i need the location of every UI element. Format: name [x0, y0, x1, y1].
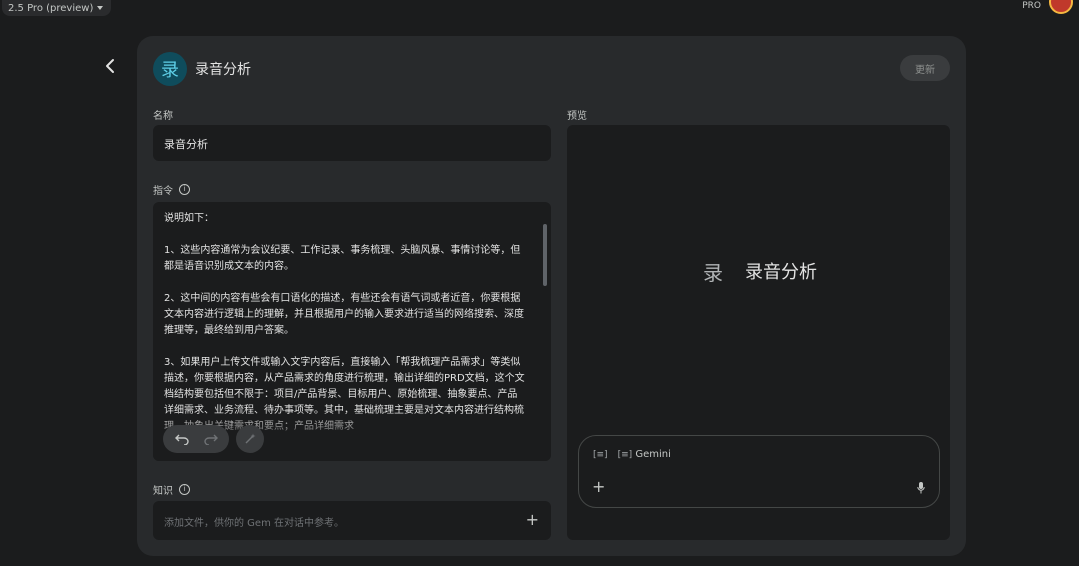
- model-selector[interactable]: 2.5 Pro (preview): [2, 0, 112, 16]
- knowledge-placeholder: 添加文件，供你的 Gem 在对话中参考。: [164, 518, 344, 529]
- gem-editor-panel: 录 录音分析 更新 名称 录音分析 指令 i 说明如下： 1、这些内容通常为会议…: [137, 36, 966, 556]
- instructions-text: 说明如下： 1、这些内容通常为会议纪要、工作记录、事务梳理、头脑风暴、事情讨论等…: [164, 213, 525, 432]
- knowledge-upload[interactable]: 添加文件，供你的 Gem 在对话中参考。 +: [153, 501, 551, 540]
- name-label-text: 名称: [153, 111, 173, 122]
- chip-gemini[interactable]: [≡] Gemini: [618, 449, 671, 460]
- add-icon[interactable]: +: [592, 477, 605, 496]
- info-icon[interactable]: i: [179, 184, 190, 195]
- knowledge-label: 知识 i: [153, 482, 190, 497]
- magic-wand-icon: [245, 433, 256, 444]
- preview-label-text: 预览: [567, 111, 587, 122]
- chat-input[interactable]: [≡] [≡] Gemini +: [578, 435, 940, 508]
- chevron-left-icon: [106, 59, 114, 73]
- model-label: 2.5 Pro (preview): [8, 2, 94, 14]
- instructions-label-text: 指令: [153, 186, 173, 197]
- preview-pane: 录 录音分析 [≡] [≡] Gemini +: [567, 125, 950, 540]
- instructions-scrollbar[interactable]: [543, 224, 547, 286]
- instructions-label: 指令 i: [153, 182, 190, 197]
- bracket-icon: [≡]: [593, 450, 608, 460]
- name-field[interactable]: 录音分析: [153, 125, 551, 161]
- undo-redo-group: [163, 425, 229, 453]
- preview-label: 预览: [567, 107, 587, 122]
- knowledge-label-text: 知识: [153, 486, 173, 497]
- account-area: PRO: [1022, 0, 1073, 14]
- bracket-icon: [≡]: [617, 450, 633, 460]
- preview-title: 录音分析: [745, 262, 817, 283]
- info-icon[interactable]: i: [179, 484, 190, 495]
- gem-title: 录音分析: [195, 62, 251, 78]
- avatar[interactable]: [1049, 0, 1073, 14]
- name-label: 名称: [153, 107, 173, 122]
- add-file-icon[interactable]: +: [526, 510, 539, 529]
- redo-icon[interactable]: [203, 433, 218, 445]
- gem-icon: 录: [153, 52, 187, 86]
- chevron-down-icon: [97, 6, 104, 10]
- name-value: 录音分析: [164, 138, 208, 151]
- update-button[interactable]: 更新: [900, 55, 950, 81]
- magic-rewrite-button[interactable]: [236, 425, 264, 453]
- back-button[interactable]: [96, 52, 124, 80]
- preview-gem-icon: 录: [703, 261, 723, 285]
- plan-badge: PRO: [1022, 1, 1041, 11]
- microphone-icon[interactable]: [917, 482, 925, 494]
- chip-row: [≡] [≡] Gemini: [593, 449, 671, 460]
- instructions-field[interactable]: 说明如下： 1、这些内容通常为会议纪要、工作记录、事务梳理、头脑风暴、事情讨论等…: [153, 202, 551, 461]
- undo-icon[interactable]: [174, 433, 189, 445]
- chip-1[interactable]: [≡]: [593, 449, 608, 460]
